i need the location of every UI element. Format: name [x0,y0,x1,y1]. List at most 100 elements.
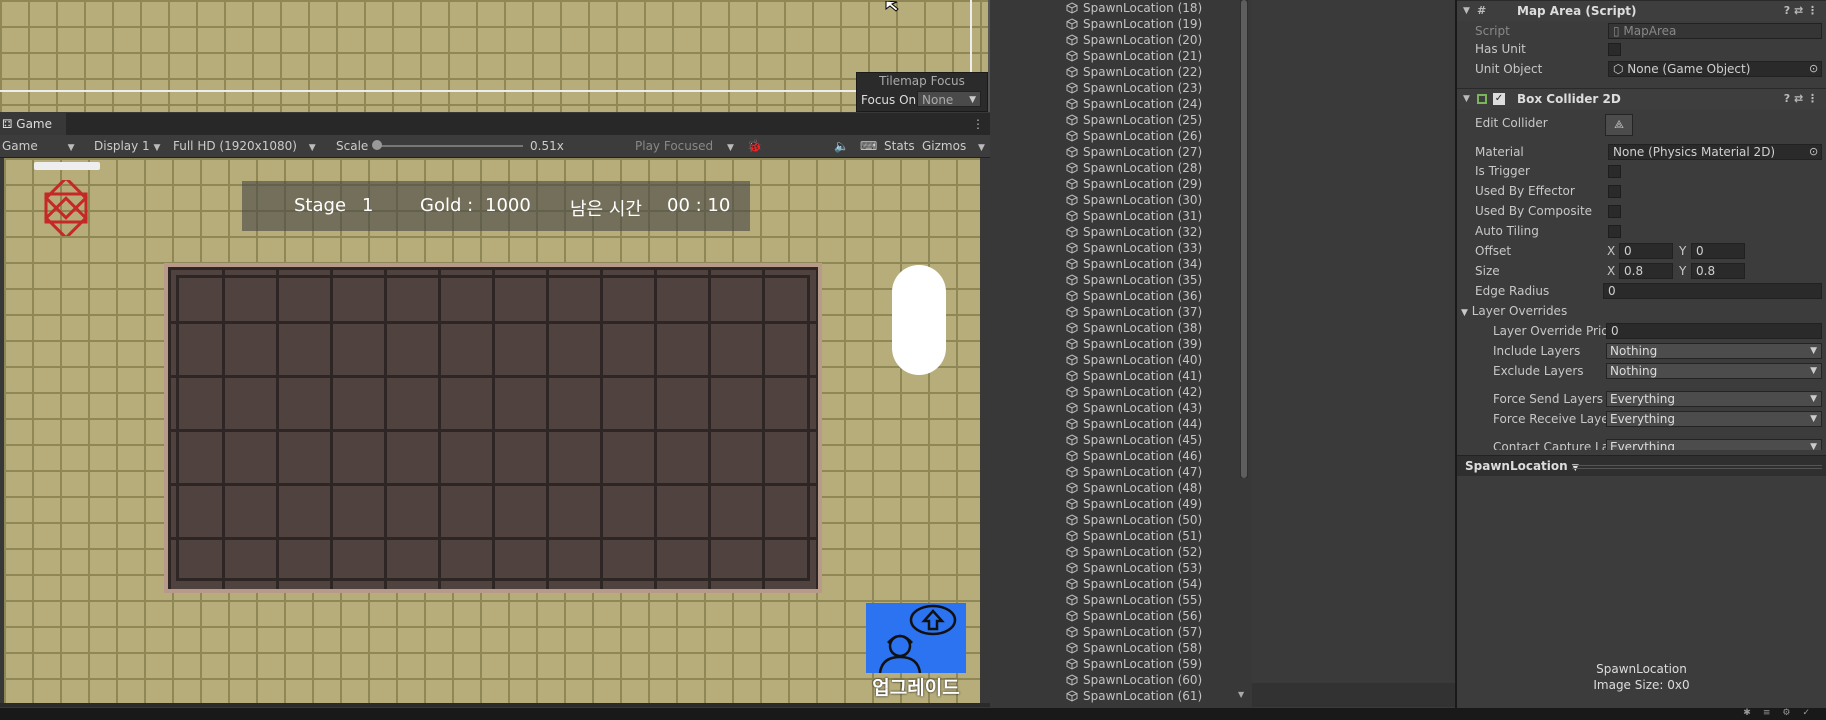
material-label: Material [1475,145,1524,159]
component-menu-icons[interactable]: ? ⇄ ⋮ [1784,89,1818,109]
contact-capture-layers-dropdown[interactable]: Everything ▼ [1606,439,1822,450]
gameobject-cube-icon [1066,114,1078,126]
size-y-label: Y [1679,264,1687,278]
box-collider-component-header[interactable]: ▼ ✓ Box Collider 2D ? ⇄ ⋮ [1457,88,1826,109]
contact-capture-layers-value: Everything [1610,440,1675,450]
hierarchy-item-label: SpawnLocation (44) [1083,417,1203,431]
foldout-arrow-icon: ▼ [1461,308,1468,318]
status-icons[interactable]: ✱≡⚙✓ [1743,708,1822,718]
foldout-arrow-icon[interactable]: ▼ [1463,89,1470,109]
exclude-layers-value: Nothing [1610,364,1658,378]
preview-dropdown[interactable]: SpawnLocation ▼ [1465,456,1579,478]
gameobject-cube-icon [1066,386,1078,398]
capsule-unit[interactable] [892,265,946,375]
game-board[interactable] [164,263,822,593]
auto-tiling-label: Auto Tiling [1475,224,1539,238]
has-unit-checkbox[interactable] [1608,43,1621,56]
gameobject-cube-icon [1066,546,1078,558]
gameobject-cube-icon [1066,306,1078,318]
gameobject-cube-icon [1066,338,1078,350]
gameobject-cube-icon [1066,162,1078,174]
box-collider-icon [1477,94,1487,104]
gameobject-cube-icon [1066,690,1078,702]
size-x-field[interactable]: 0.8 [1619,263,1673,279]
edit-collider-button[interactable]: ⟁ [1605,114,1633,136]
object-picker-icon[interactable]: ⊙ [1809,62,1818,75]
foldout-arrow-icon[interactable]: ▼ [1463,1,1470,21]
size-y-field[interactable]: 0.8 [1691,263,1745,279]
script-label: Script [1475,24,1510,38]
keyboard-icon[interactable]: ⌨ [860,135,877,157]
chevron-down-icon: ▼ [1810,366,1817,376]
hierarchy-item-label: SpawnLocation (47) [1083,465,1203,479]
map-area-title: Map Area (Script) [1517,4,1637,18]
hierarchy-item-label: SpawnLocation (45) [1083,433,1203,447]
focus-on-dropdown[interactable]: None ▼ [917,91,981,107]
display-value: Display 1 [94,139,150,153]
enabled-checkbox[interactable]: ✓ [1493,93,1505,105]
map-area-component-header[interactable]: ▼ # Map Area (Script) ? ⇄ ⋮ [1457,0,1826,21]
force-receive-layers-dropdown[interactable]: Everything ▼ [1606,411,1822,427]
layer-override-priority-label: Layer Override Prio [1493,324,1609,338]
scene-scrollbar[interactable] [988,0,990,112]
bug-icon[interactable]: 🐞 [747,135,762,157]
exclude-layers-dropdown[interactable]: Nothing ▼ [1606,363,1822,379]
gameobject-cube-icon [1066,242,1078,254]
gameobject-cube-icon [1066,610,1078,622]
hierarchy-item-label: SpawnLocation (18) [1083,1,1203,15]
scale-value: 0.51x [530,139,564,153]
resolution-dropdown[interactable]: Full HD (1920x1080) ▼ [173,135,316,159]
hierarchy-item-label: SpawnLocation (19) [1083,17,1203,31]
scroll-down-arrow-icon[interactable]: ▼ [1238,690,1244,699]
gizmos-dropdown[interactable]: Gizmos ▼ [922,135,985,159]
hierarchy-item-label: SpawnLocation (26) [1083,129,1203,143]
is-trigger-checkbox[interactable] [1608,165,1621,178]
stats-button[interactable]: Stats [884,135,915,157]
object-picker-icon[interactable]: ⊙ [1809,145,1818,158]
hierarchy-item-label: SpawnLocation (58) [1083,641,1203,655]
scale-slider-track[interactable] [378,145,523,147]
offset-label: Offset [1475,244,1512,258]
gameobject-cube-icon [1066,34,1078,46]
preview-drag-handle[interactable] [1572,465,1822,469]
gameobject-cube-icon [1066,226,1078,238]
more-options-icon[interactable]: ⋮ [972,113,984,135]
preview-header[interactable]: SpawnLocation ▼ [1457,455,1826,476]
used-by-composite-checkbox[interactable] [1608,205,1621,218]
preview-header-label: SpawnLocation [1465,459,1568,473]
unit-object-field[interactable]: ⬡ None (Game Object) [1608,61,1822,77]
hierarchy-item-label: SpawnLocation (36) [1083,289,1203,303]
chevron-down-icon: ▼ [153,143,161,153]
gameobject-cube-icon [1066,642,1078,654]
hierarchy-item-label: SpawnLocation (48) [1083,481,1203,495]
offset-x-field[interactable]: 0 [1619,243,1673,259]
tab-game[interactable]: ⚃ Game [0,113,66,135]
game-viewport[interactable]: Stage 1 Gold : 1000 남은 시간 00 : 10 업그레이드 [4,158,980,703]
auto-tiling-checkbox[interactable] [1608,225,1621,238]
edge-radius-field[interactable]: 0 [1603,283,1822,299]
chevron-down-icon: ▼ [308,143,316,153]
scale-slider-thumb[interactable] [372,140,382,150]
upgrade-button[interactable]: 업그레이드 [866,603,966,703]
hierarchy-item-label: SpawnLocation (51) [1083,529,1203,543]
force-send-layers-dropdown[interactable]: Everything ▼ [1606,391,1822,407]
material-field[interactable]: None (Physics Material 2D) [1608,144,1822,160]
stage-value: 1 [362,195,374,216]
include-layers-dropdown[interactable]: Nothing ▼ [1606,343,1822,359]
layer-override-priority-field[interactable]: 0 [1606,323,1822,339]
time-value: 00 : 10 [667,195,731,216]
view-select-dropdown[interactable]: Game ▼ [2,135,74,159]
play-mode-dropdown[interactable]: Play Focused ▼ [635,135,734,159]
component-menu-icons[interactable]: ? ⇄ ⋮ [1784,1,1818,21]
layer-overrides-foldout[interactable]: ▼ Layer Overrides [1461,304,1567,318]
gameobject-cube-icon [1066,594,1078,606]
hierarchy-scrollbar-thumb[interactable] [1241,0,1247,478]
offset-y-field[interactable]: 0 [1691,243,1745,259]
health-bar [34,162,100,170]
speaker-icon[interactable]: 🔈 [834,135,849,157]
hierarchy-item-label: SpawnLocation (39) [1083,337,1203,351]
scene-view[interactable] [0,0,990,112]
display-dropdown[interactable]: Display 1 ▼ [94,135,160,159]
game-tab-label: Game [16,117,52,131]
used-by-effector-checkbox[interactable] [1608,185,1621,198]
